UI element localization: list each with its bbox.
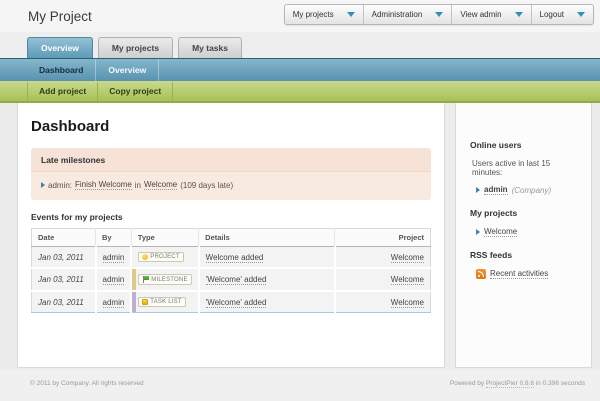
table-row: Jan 03, 2011 admin MILESTONE 'Welcome' a… bbox=[32, 268, 431, 291]
tasklist-icon bbox=[142, 299, 148, 305]
menu-button-view-admin[interactable]: View admin bbox=[451, 5, 530, 24]
caret-down-icon bbox=[435, 12, 443, 17]
event-by-link[interactable]: admin bbox=[103, 298, 125, 308]
col-header-type: Type bbox=[131, 229, 198, 247]
online-users-title: Online users bbox=[470, 140, 581, 150]
caret-down-icon bbox=[577, 12, 585, 17]
app-header: My Project My projects Administration Vi… bbox=[0, 0, 600, 32]
menu-button-my-projects[interactable]: My projects bbox=[285, 5, 363, 24]
rss-feed-item: Recent activities bbox=[476, 269, 581, 279]
event-date: Jan 03, 2011 bbox=[32, 268, 96, 291]
online-user-company: (Company) bbox=[512, 186, 552, 195]
crumb-overview[interactable]: Overview bbox=[96, 59, 159, 81]
tab-my-projects[interactable]: My projects bbox=[98, 37, 173, 58]
content-area: Dashboard Late milestones admin: Finish … bbox=[0, 103, 600, 369]
add-project-button[interactable]: Add project bbox=[27, 82, 98, 101]
crumb-bar: Dashboard Overview bbox=[0, 58, 600, 81]
online-user-item: admin (Company) bbox=[476, 185, 581, 195]
project-link[interactable]: Welcome bbox=[144, 180, 177, 190]
online-users-subtitle: Users active in last 15 minutes: bbox=[472, 159, 581, 177]
top-menu: My projects Administration View admin Lo… bbox=[284, 4, 594, 25]
menu-button-label: View admin bbox=[460, 10, 501, 19]
caret-down-icon bbox=[515, 12, 523, 17]
my-projects-title: My projects bbox=[470, 208, 581, 218]
event-project-link[interactable]: Welcome bbox=[391, 253, 424, 263]
event-details-link[interactable]: 'Welcome' added bbox=[206, 275, 267, 285]
action-bar: Add project Copy project bbox=[0, 81, 600, 103]
powered-by-suffix: in 0.396 seconds bbox=[536, 380, 585, 387]
menu-button-administration[interactable]: Administration bbox=[363, 5, 452, 24]
sidebar: Online users Users active in last 15 min… bbox=[455, 103, 592, 368]
event-date: Jan 03, 2011 bbox=[32, 291, 96, 313]
event-by-link[interactable]: admin bbox=[103, 253, 125, 263]
page: My Project My projects Administration Vi… bbox=[0, 0, 600, 400]
events-table: Date By Type Details Project Jan 03, 201… bbox=[31, 228, 431, 313]
caret-down-icon bbox=[347, 12, 355, 17]
event-marker bbox=[132, 247, 136, 267]
my-project-item: Welcome bbox=[476, 227, 581, 237]
event-by-link[interactable]: admin bbox=[103, 275, 125, 285]
event-project-link[interactable]: Welcome bbox=[391, 275, 424, 285]
event-marker bbox=[132, 292, 136, 312]
page-title: Dashboard bbox=[31, 118, 431, 135]
arrow-right-icon bbox=[41, 182, 45, 188]
recent-activities-link[interactable]: Recent activities bbox=[490, 269, 548, 279]
arrow-right-icon bbox=[476, 229, 480, 235]
event-type-cell: TASK LIST bbox=[131, 291, 198, 313]
col-header-project: Project bbox=[335, 229, 431, 247]
tab-my-tasks[interactable]: My tasks bbox=[178, 37, 242, 58]
late-milestones-title: Late milestones bbox=[31, 148, 431, 172]
event-type-badge: PROJECT bbox=[138, 252, 183, 262]
col-header-by: By bbox=[96, 229, 132, 247]
event-project-link[interactable]: Welcome bbox=[391, 298, 424, 308]
rss-feeds-title: RSS feeds bbox=[470, 250, 581, 260]
online-user-link[interactable]: admin bbox=[484, 185, 508, 195]
menu-button-logout[interactable]: Logout bbox=[531, 5, 593, 24]
table-row: Jan 03, 2011 admin TASK LIST 'Welcome' a… bbox=[32, 291, 431, 313]
event-type-cell: PROJECT bbox=[131, 247, 198, 269]
col-header-date: Date bbox=[32, 229, 96, 247]
main-panel: Dashboard Late milestones admin: Finish … bbox=[17, 103, 445, 368]
tab-overview[interactable]: Overview bbox=[27, 37, 93, 58]
table-row: Jan 03, 2011 admin PROJECT Welcome added… bbox=[32, 247, 431, 269]
powered-by-prefix: Powered by bbox=[450, 380, 484, 387]
event-details-link[interactable]: 'Welcome' added bbox=[206, 298, 267, 308]
crumb-dashboard[interactable]: Dashboard bbox=[27, 59, 96, 81]
arrow-right-icon bbox=[476, 187, 480, 193]
event-type-badge: TASK LIST bbox=[138, 297, 185, 307]
late-milestones-box: Late milestones admin: Finish Welcome in… bbox=[31, 148, 431, 200]
milestone-icon bbox=[142, 276, 149, 283]
menu-button-label: My projects bbox=[293, 10, 334, 19]
rss-icon bbox=[476, 269, 486, 279]
late-milestone-user: admin: bbox=[48, 181, 72, 190]
tab-strip: Overview My projects My tasks bbox=[0, 32, 600, 58]
powered-by: Powered by ProjectPier 0.8.6 in 0.396 se… bbox=[450, 380, 585, 401]
copyright-text: © 2011 by Company. All rights reserved bbox=[30, 380, 144, 401]
event-type-badge: MILESTONE bbox=[138, 274, 191, 285]
late-milestone-note: (109 days late) bbox=[180, 181, 233, 190]
projectpier-link[interactable]: ProjectPier 0.8.6 bbox=[486, 380, 534, 388]
events-section-title: Events for my projects bbox=[31, 212, 431, 222]
my-project-link[interactable]: Welcome bbox=[484, 227, 517, 237]
event-details-link[interactable]: Welcome added bbox=[206, 253, 264, 263]
menu-button-label: Logout bbox=[540, 10, 564, 19]
milestone-link[interactable]: Finish Welcome bbox=[75, 180, 132, 190]
project-icon bbox=[142, 254, 148, 260]
app-title: My Project bbox=[28, 9, 92, 24]
copy-project-button[interactable]: Copy project bbox=[98, 82, 173, 101]
event-type-cell: MILESTONE bbox=[131, 268, 198, 291]
col-header-details: Details bbox=[199, 229, 335, 247]
menu-button-label: Administration bbox=[372, 10, 423, 19]
late-milestone-item: admin: Finish Welcome in Welcome (109 da… bbox=[31, 172, 431, 200]
event-date: Jan 03, 2011 bbox=[32, 247, 96, 269]
events-header-row: Date By Type Details Project bbox=[32, 229, 431, 247]
event-marker bbox=[132, 269, 136, 290]
late-milestone-connector: in bbox=[135, 181, 141, 190]
footer: © 2011 by Company. All rights reserved P… bbox=[0, 369, 600, 401]
